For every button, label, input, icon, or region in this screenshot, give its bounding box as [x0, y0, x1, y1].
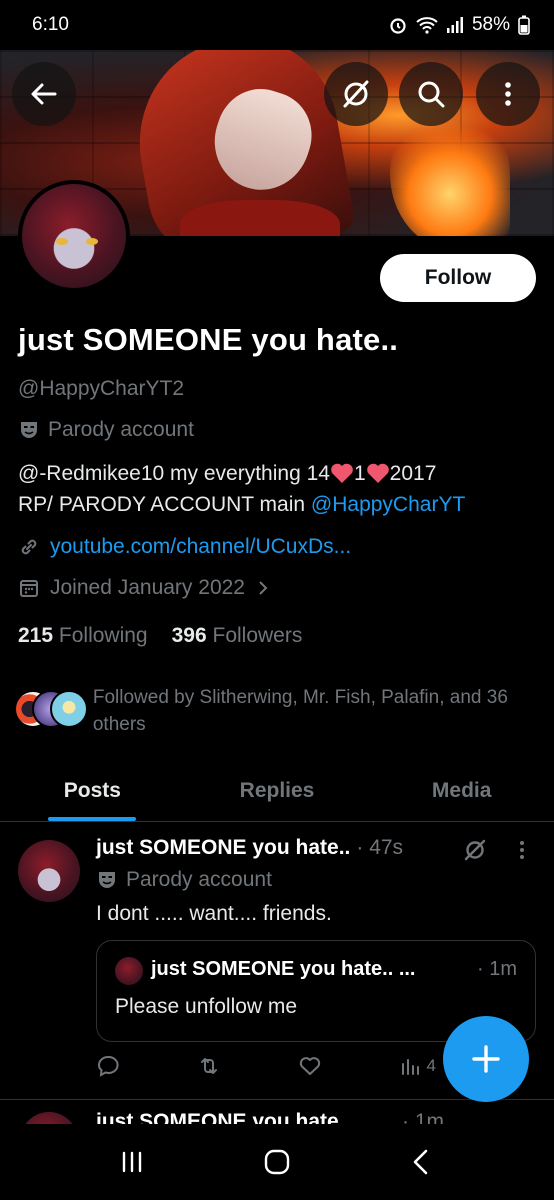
post-text: I dont ..... want.... friends.	[96, 902, 332, 925]
plus-icon	[472, 1045, 500, 1073]
parody-label: Parody account	[18, 418, 194, 442]
repost-button[interactable]	[197, 1054, 221, 1078]
views-count: 4	[426, 1056, 436, 1075]
calendar-icon	[20, 580, 38, 597]
follower-avatars	[14, 690, 88, 732]
search-icon	[418, 81, 445, 108]
bio-mention-link[interactable]: @HappyCharYT	[311, 493, 465, 516]
quote-author-name: just SOMEONE you hate.. ...	[151, 958, 416, 980]
following-link[interactable]: 215 Following	[18, 624, 148, 648]
reply-button[interactable]	[96, 1054, 120, 1078]
signal-icon	[446, 17, 463, 33]
followed-by-row[interactable]: Followed by Slitherwing, Mr. Fish, Palaf…	[14, 684, 534, 738]
arrow-left-icon	[31, 83, 57, 105]
search-button[interactable]	[399, 62, 463, 126]
post-author-name[interactable]: just SOMEONE you hate..	[96, 1110, 350, 1124]
follow-button[interactable]: Follow	[380, 254, 536, 302]
parody-label-text: Parody account	[48, 418, 194, 441]
heart-icon	[299, 1057, 320, 1075]
followers-label: Followers	[212, 624, 303, 647]
following-label: Following	[58, 624, 148, 647]
back-button[interactable]	[12, 62, 76, 126]
profile-url[interactable]: youtube.com/channel/UCuxDs...	[18, 535, 351, 559]
joined-date[interactable]: Joined January 2022	[18, 576, 271, 600]
post-header: just SOMEONE you hate.. · 47s	[96, 836, 403, 860]
wifi-icon	[416, 17, 438, 34]
quote-timestamp: · 1m	[477, 958, 517, 980]
followed-by-text: Followed by Slitherwing, Mr. Fish, Palaf…	[92, 687, 508, 735]
post-timestamp: · 1m	[402, 1110, 444, 1124]
post-parody-label-text: Parody account	[126, 868, 272, 891]
follow-stats: 215 Following 396 Followers	[18, 624, 302, 648]
post-parody-label: Parody account	[96, 868, 272, 892]
analytics-icon	[401, 1059, 419, 1075]
views-button[interactable]: 4	[399, 1054, 436, 1078]
post-item[interactable]: just SOMEONE you hate.. · 1m	[0, 1100, 554, 1124]
grok-icon[interactable]	[462, 837, 488, 863]
post-timestamp: · 47s	[356, 836, 404, 859]
display-name: just SOMEONE you hate..	[18, 322, 399, 357]
quote-avatar	[115, 957, 143, 985]
user-handle: @HappyCharYT2	[18, 377, 185, 400]
link-icon	[21, 539, 37, 555]
post-actions: 4	[96, 1054, 436, 1078]
status-time: 6:10	[32, 14, 69, 35]
compose-post-button[interactable]	[443, 1016, 529, 1102]
joined-date-text: Joined January 2022	[50, 576, 245, 599]
tab-replies[interactable]: Replies	[185, 760, 370, 821]
more-vertical-icon[interactable]	[512, 838, 532, 862]
heart-emoji-icon	[366, 463, 389, 483]
status-bar: 6:10 58%	[0, 0, 554, 50]
battery-icon	[518, 15, 530, 35]
followers-count: 396	[171, 624, 207, 647]
more-options-button[interactable]	[476, 62, 540, 126]
following-count: 215	[18, 624, 54, 647]
recent-apps-icon[interactable]	[115, 1145, 149, 1179]
post-avatar[interactable]	[20, 1112, 78, 1124]
bio-line1-part1: @-Redmikee10 my everything 14	[18, 462, 330, 485]
active-tab-indicator	[48, 817, 136, 821]
follower-avatar	[50, 690, 88, 728]
parody-mask-icon	[99, 872, 115, 888]
back-nav-icon[interactable]	[405, 1145, 439, 1179]
battery-percent: 58%	[471, 14, 510, 35]
home-icon[interactable]	[260, 1145, 294, 1179]
profile-bio: @-Redmikee10 my everything 14 1 2017 RP/ P…	[18, 458, 538, 520]
profile-tabs: Posts Replies Media	[0, 760, 554, 822]
quote-header: just SOMEONE you hate.. ...	[151, 958, 415, 981]
bio-line2-text: RP/ PARODY ACCOUNT main	[18, 493, 311, 516]
alarm-icon	[390, 18, 406, 34]
post-author-name[interactable]: just SOMEONE you hate..	[96, 836, 350, 860]
like-button[interactable]	[298, 1054, 322, 1078]
tab-posts[interactable]: Posts	[0, 760, 185, 821]
reply-icon	[97, 1055, 119, 1077]
status-icons: 58%	[388, 14, 530, 36]
quote-text: Please unfollow me	[115, 995, 298, 1018]
tab-media[interactable]: Media	[369, 760, 554, 821]
heart-emoji-icon	[331, 463, 353, 483]
bio-line1-part2: 1	[353, 462, 366, 485]
grok-button[interactable]	[324, 62, 388, 126]
repost-icon	[200, 1058, 217, 1074]
profile-avatar[interactable]	[18, 180, 130, 292]
more-vertical-icon	[505, 82, 511, 106]
system-nav-bar	[0, 1124, 554, 1200]
chevron-right-icon	[259, 581, 268, 595]
grok-icon	[343, 80, 369, 108]
post-avatar[interactable]	[18, 840, 80, 902]
parody-mask-icon	[21, 422, 37, 438]
profile-url-text[interactable]: youtube.com/channel/UCuxDs...	[50, 535, 351, 559]
bio-line1-part3: 2017	[389, 462, 437, 485]
followers-link[interactable]: 396 Followers	[172, 624, 303, 648]
